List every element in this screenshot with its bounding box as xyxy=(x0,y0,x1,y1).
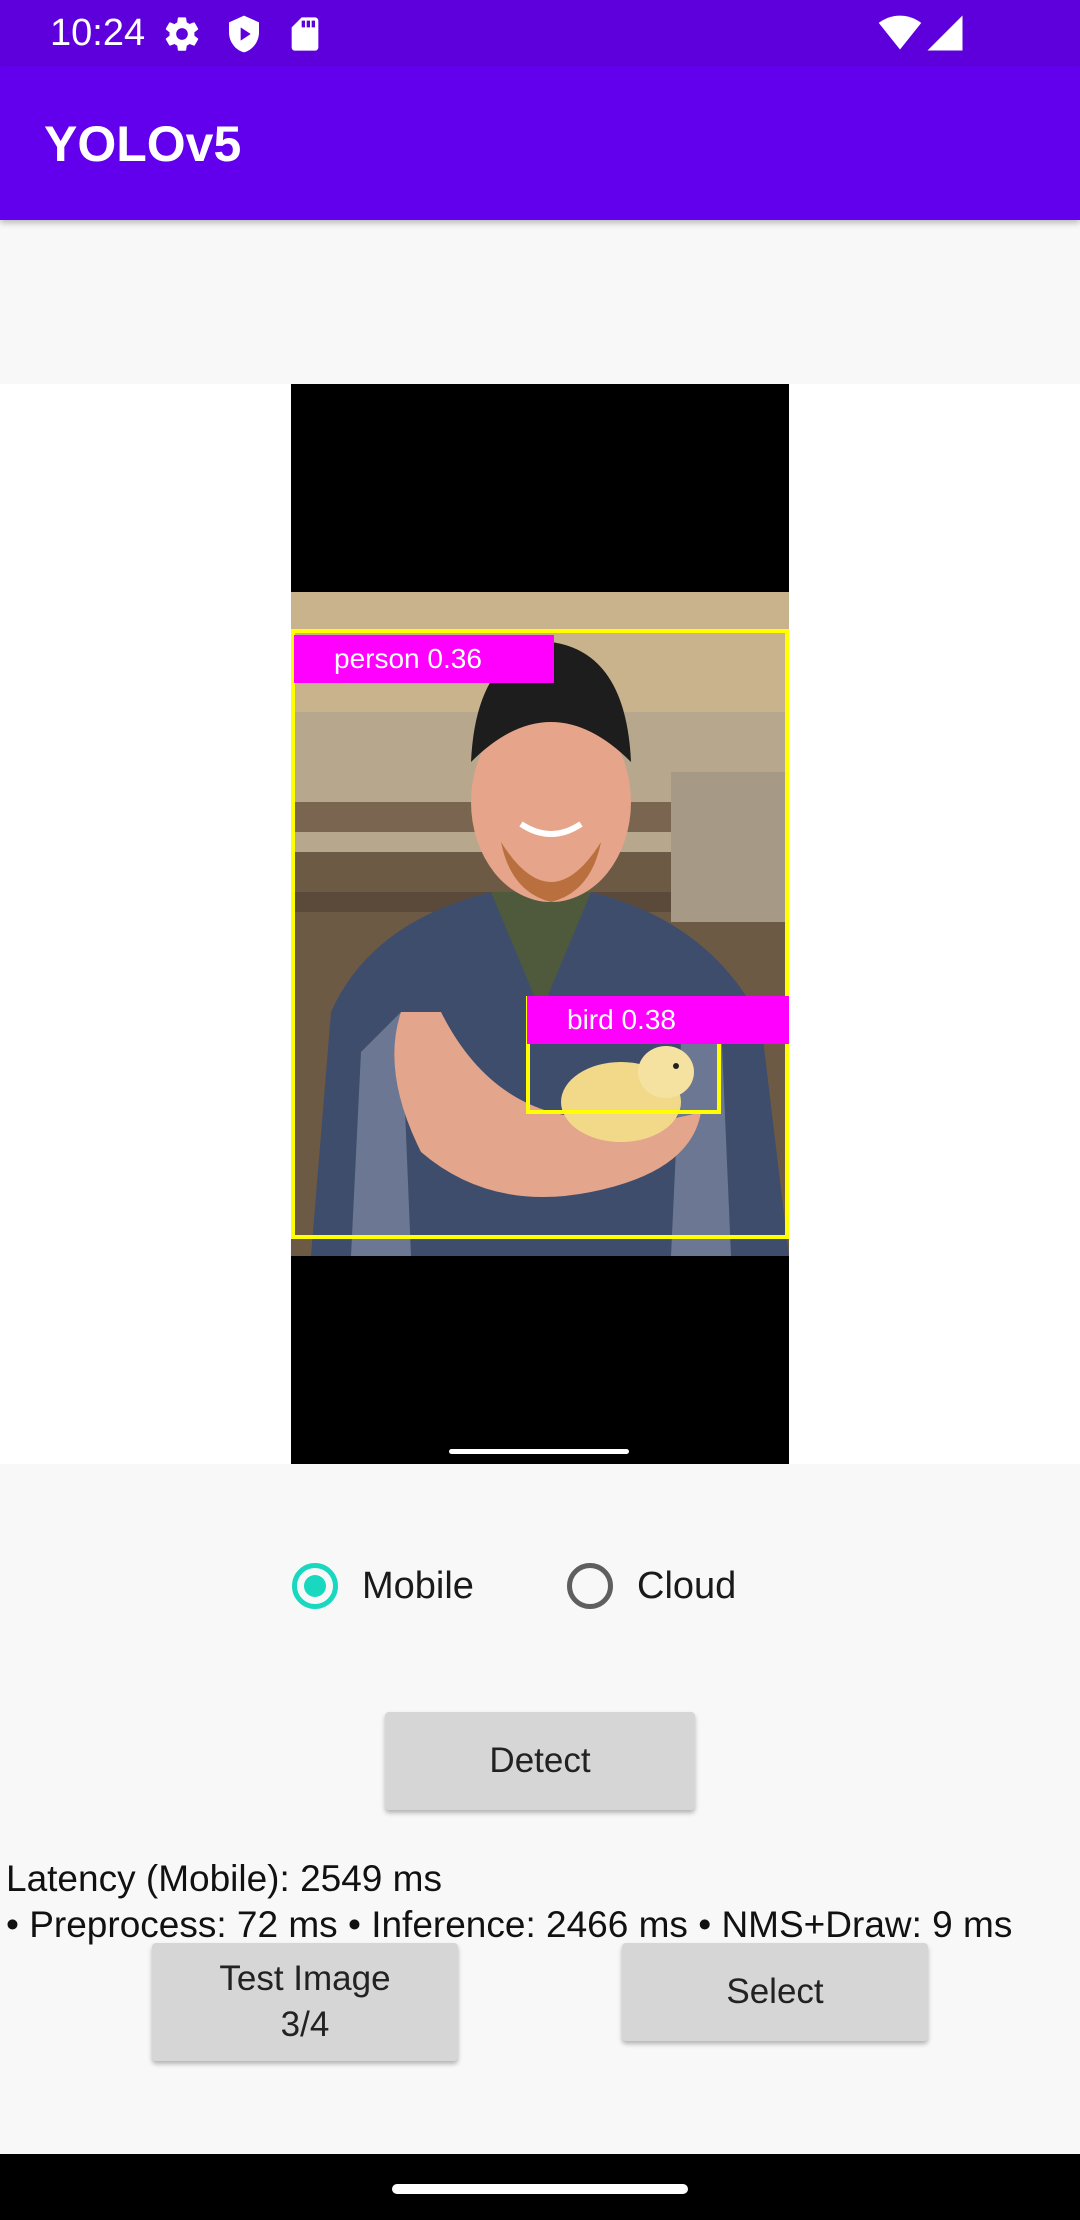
image-home-indicator xyxy=(449,1449,629,1454)
gear-icon xyxy=(165,17,199,51)
cloud-radio-label: Cloud xyxy=(637,1564,737,1607)
radio-unchecked-icon xyxy=(567,1563,613,1609)
shield-icon xyxy=(229,15,259,53)
wifi-icon xyxy=(878,15,922,50)
mobile-radio-label: Mobile xyxy=(362,1564,474,1607)
person-detection-label: person 0.36 xyxy=(294,635,554,683)
cellular-signal-icon xyxy=(927,15,963,51)
test-image-frame: person 0.36 bird 0.38 xyxy=(291,384,789,1464)
select-button[interactable]: Select xyxy=(622,1943,928,2041)
app-title: YOLOv5 xyxy=(44,116,242,172)
select-button-label: Select xyxy=(726,1972,824,2011)
app-bar: YOLOv5 xyxy=(0,66,1080,220)
app-screen: 10:24 YOLOv5 person 0.36 bird 0.38 Mobil… xyxy=(0,0,1080,2220)
status-time: 10:24 xyxy=(50,12,146,54)
detect-button-label: Detect xyxy=(489,1741,591,1780)
navigation-bar xyxy=(0,2154,1080,2220)
person-detection-box xyxy=(291,629,789,1239)
home-gesture-handle[interactable] xyxy=(392,2184,688,2194)
test-image-counter: 3/4 xyxy=(280,2005,330,2044)
status-bar: 10:24 xyxy=(0,0,1080,66)
image-view: person 0.36 bird 0.38 xyxy=(0,384,1080,1464)
mobile-radio[interactable]: Mobile xyxy=(292,1556,474,1616)
test-image-button-label: Test Image xyxy=(219,1959,391,1998)
bird-detection-label: bird 0.38 xyxy=(527,996,789,1044)
cloud-radio[interactable]: Cloud xyxy=(567,1556,736,1616)
detect-button[interactable]: Detect xyxy=(385,1712,695,1810)
radio-checked-icon xyxy=(292,1563,338,1609)
test-image-button[interactable]: Test Image 3/4 xyxy=(152,1943,458,2061)
latency-text: Latency (Mobile): 2549 ms xyxy=(6,1858,442,1899)
timing-breakdown-text: • Preprocess: 72 ms • Inference: 2466 ms… xyxy=(6,1904,1013,1945)
sd-card-icon xyxy=(291,17,319,51)
